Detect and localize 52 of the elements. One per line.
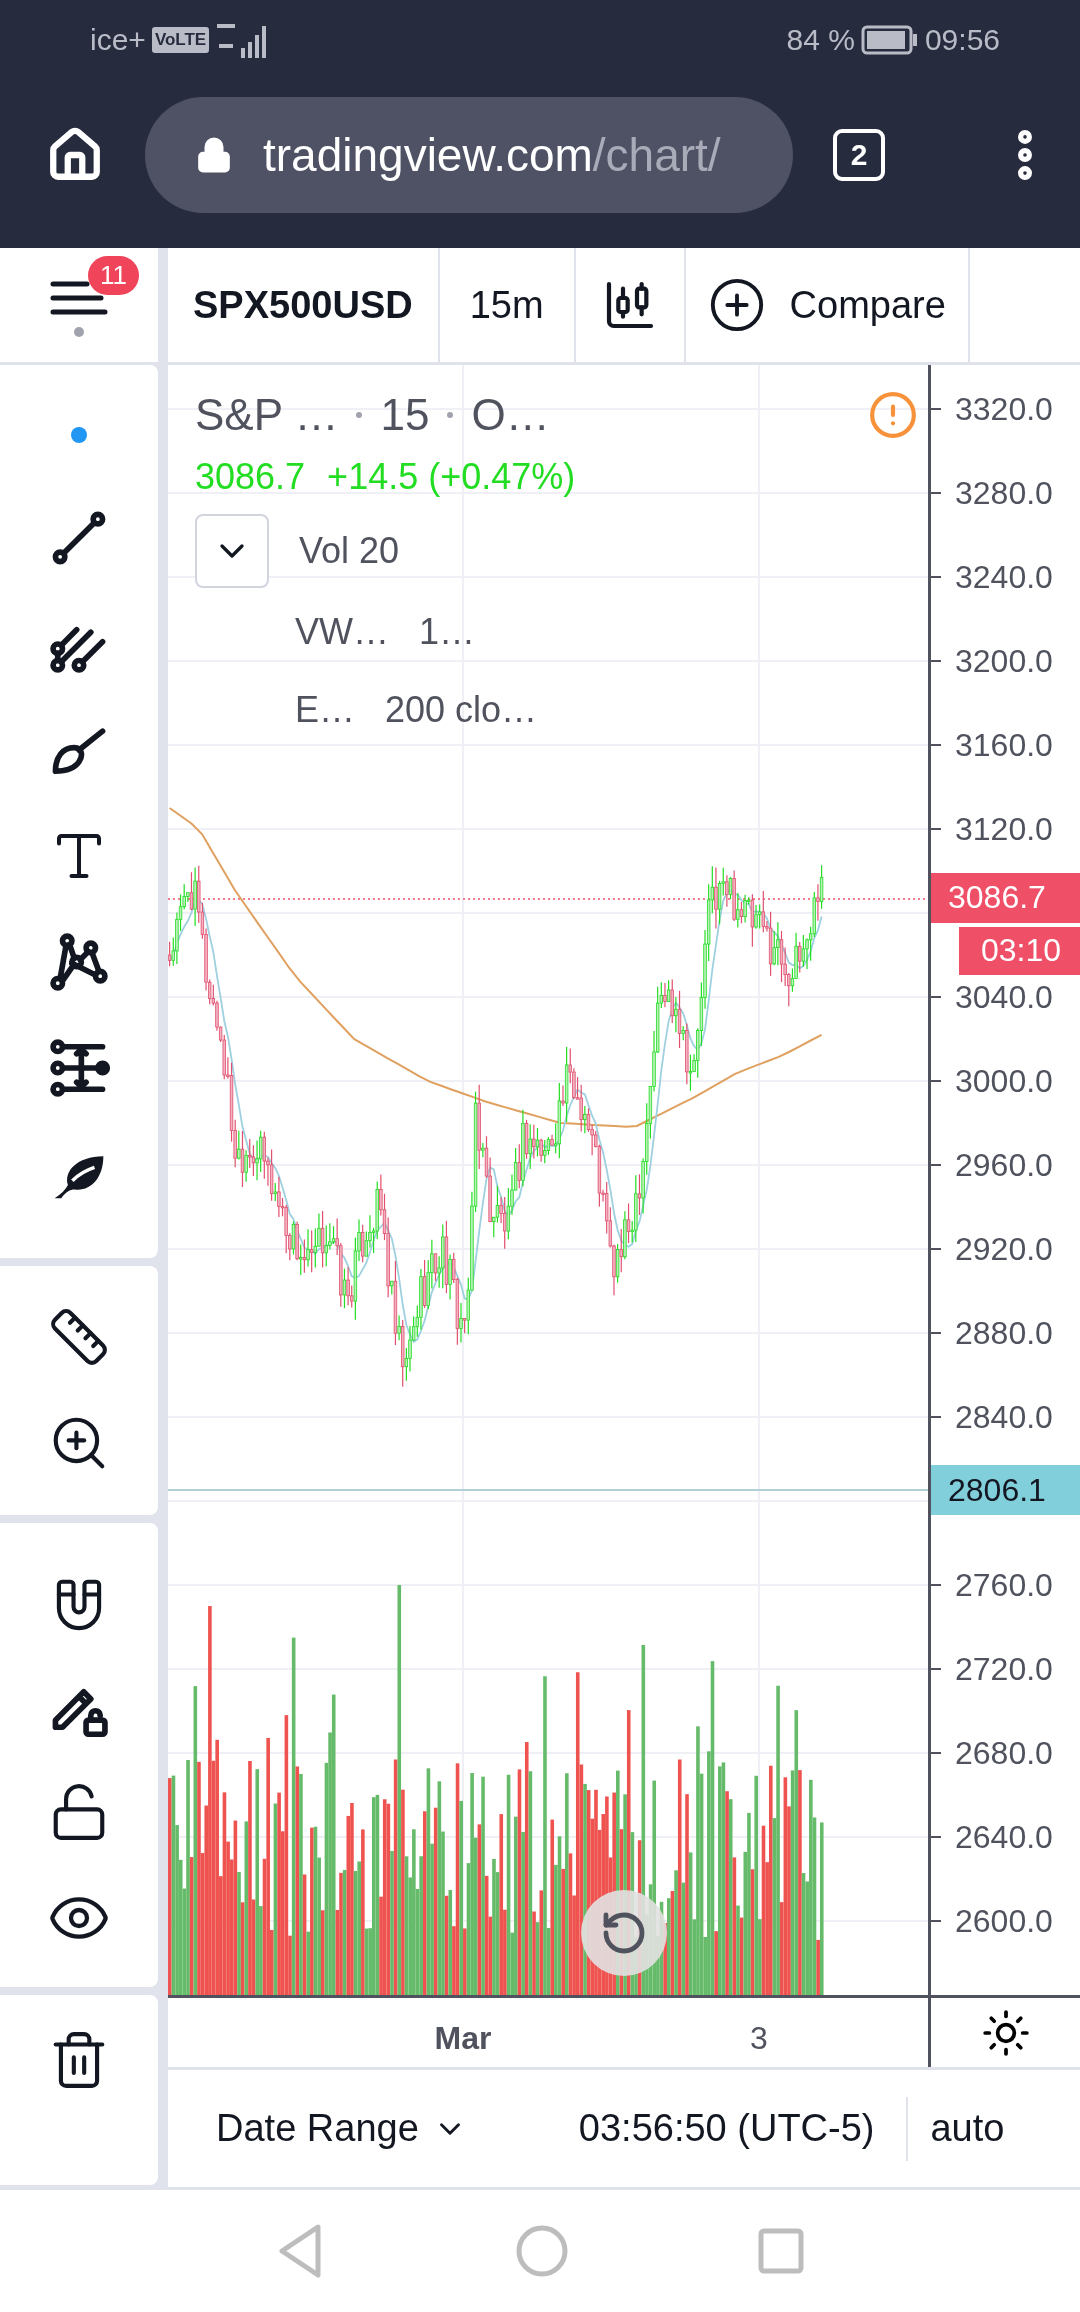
indicator-value: 200 clo…	[385, 689, 538, 731]
carrier-name: ice+	[90, 23, 146, 57]
price-tick: 2760.0	[955, 1566, 1053, 1604]
price-tick: 2960.0	[955, 1146, 1053, 1184]
price-tick: 3040.0	[955, 978, 1053, 1016]
indicator-name: VW…	[295, 611, 389, 653]
volte-badge: VoLTE	[151, 27, 210, 53]
indicator-name: E…	[295, 689, 355, 731]
indicator-value: 1…	[419, 611, 476, 653]
url-host: tradingview.com	[263, 129, 593, 181]
separator-dot-icon	[356, 412, 363, 418]
time-label: 3	[750, 2020, 768, 2057]
address-bar[interactable]: tradingview.com/chart/	[145, 97, 793, 213]
price-tick: 2600.0	[955, 1902, 1053, 1940]
price-tick: 2840.0	[955, 1398, 1053, 1436]
battery-icon	[860, 25, 919, 55]
price-tick: 2720.0	[955, 1650, 1053, 1688]
exchange-label: O…	[471, 390, 550, 440]
sun-icon[interactable]	[980, 2007, 1031, 2058]
price-tick: 3200.0	[955, 642, 1053, 680]
price-tick: 3000.0	[955, 1062, 1053, 1100]
auto-scale-button[interactable]: auto	[930, 2107, 1005, 2150]
interval-label: 15	[380, 390, 430, 440]
last-price-badge: 3086.7	[931, 872, 1080, 923]
price-tick: 3280.0	[955, 474, 1053, 512]
notification-badge: 11	[88, 256, 139, 295]
price-tick: 3160.0	[955, 726, 1053, 764]
indicator-name: Vol 20	[299, 530, 400, 572]
price-tick: 2640.0	[955, 1818, 1053, 1856]
price-tick: 2680.0	[955, 1734, 1053, 1772]
price-tick: 3240.0	[955, 558, 1053, 596]
price-tick: 2920.0	[955, 1230, 1053, 1268]
tab-count-button[interactable]: 2	[833, 129, 885, 181]
last-price: 3086.7	[195, 456, 306, 498]
battery-percent: 84 %	[786, 23, 855, 57]
time-label: Mar	[434, 2020, 492, 2057]
symbol-title: S&P …	[195, 390, 339, 440]
legend-toggle-button[interactable]	[195, 514, 269, 588]
time-zone-clock: 03:56:50 (UTC-5)	[578, 2107, 875, 2150]
price-tick: 3320.0	[955, 390, 1053, 428]
price-change: +14.5 (+0.47%)	[327, 456, 576, 498]
lock-icon	[195, 136, 233, 174]
date-range-button[interactable]: Date Range	[216, 2107, 467, 2150]
crosshair-price-badge: 2806.1	[931, 1465, 1080, 1515]
price-tick: 3120.0	[955, 810, 1053, 848]
dot-icon	[70, 426, 88, 444]
ruler-icon	[48, 1306, 110, 1368]
countdown-badge: 03:10	[959, 926, 1080, 975]
separator-dot-icon	[447, 412, 454, 418]
url-path: /chart/	[592, 129, 721, 181]
clock-time: 09:56	[924, 23, 1000, 57]
price-tick: 2880.0	[955, 1314, 1053, 1352]
